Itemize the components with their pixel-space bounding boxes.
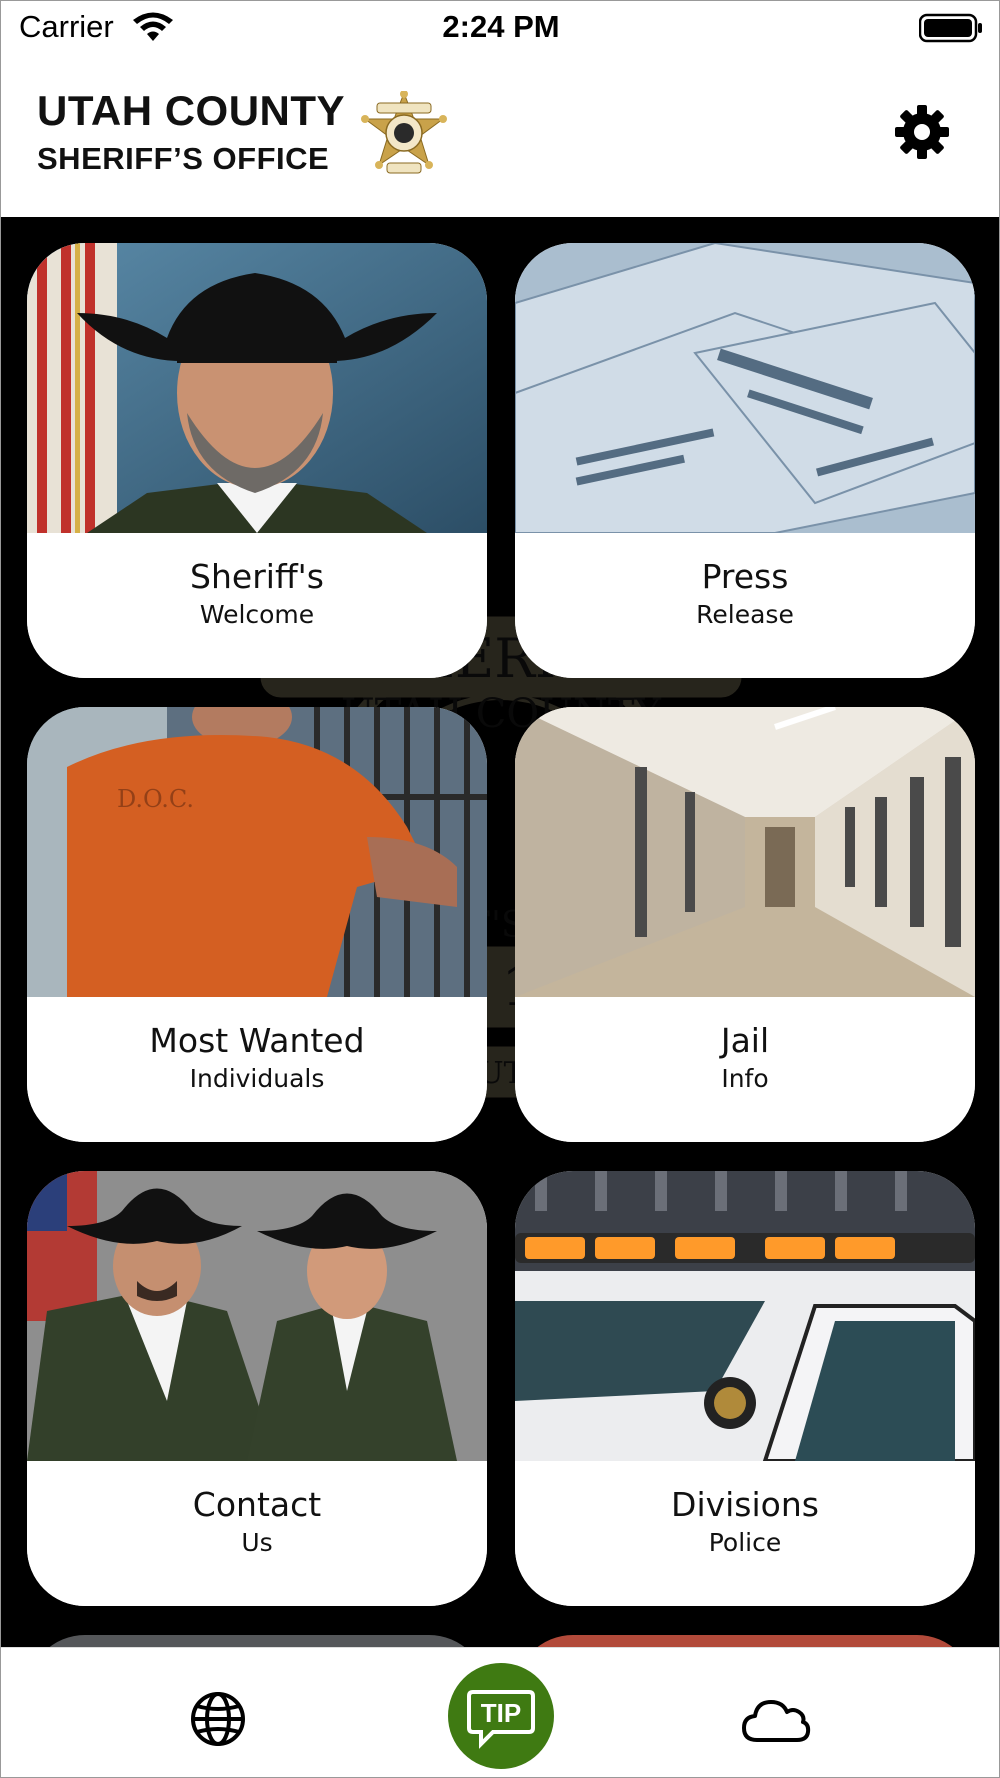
tile-subtitle: Individuals [189, 1064, 325, 1093]
tile-subtitle: Welcome [199, 600, 315, 629]
settings-button[interactable] [893, 103, 951, 161]
bottom-tab-bar: TIP [1, 1647, 999, 1777]
tile-subtitle: Police [708, 1528, 782, 1557]
status-time: 2:24 PM [442, 9, 560, 44]
tile-title: Jail [720, 1021, 770, 1060]
globe-icon[interactable] [189, 1690, 247, 1748]
tile-press-release[interactable]: Press Release [515, 243, 975, 678]
tile-divisions-police[interactable]: Divisions Police [515, 1171, 975, 1606]
svg-text:D.O.C.: D.O.C. [117, 785, 194, 813]
menu-grid: SHERIFF UTAH COUNTY SHERIFF'S OFFICE EST… [1, 217, 999, 1647]
sheriff-portrait-image [27, 243, 487, 533]
tile-most-wanted[interactable]: D.O.C. Most Wanted Individuals [27, 707, 487, 1142]
tile-partial-left[interactable] [27, 1635, 487, 1647]
tip-label: TIP [481, 1698, 521, 1728]
org-title: UTAH COUNTY [37, 87, 346, 134]
tile-label: Divisions Police [515, 1461, 975, 1606]
tile-title: Sheriff's [190, 557, 324, 596]
org-subtitle: SHERIFF’S OFFICE [37, 141, 330, 176]
tile-contact-us[interactable]: Contact Us [27, 1171, 487, 1606]
app-screen: Carrier 2:24 PM UTAH COUNTY SHERIFF’S OF… [0, 0, 1000, 1778]
officers-image [27, 1171, 487, 1461]
tile-label: Jail Info [515, 997, 975, 1142]
police-car-image [515, 1171, 975, 1461]
newspapers-image [515, 243, 975, 533]
tile-subtitle: Release [696, 600, 794, 629]
app-header: UTAH COUNTY SHERIFF’S OFFICE [1, 57, 999, 217]
tile-title: Most Wanted [149, 1021, 365, 1060]
tile-subtitle: Us [241, 1528, 273, 1557]
cloud-icon[interactable] [741, 1694, 811, 1746]
tile-label: Press Release [515, 533, 975, 678]
tile-subtitle: Info [721, 1064, 769, 1093]
tile-title: Contact [192, 1485, 322, 1524]
jail-corridor-image [515, 707, 975, 997]
tile-partial-right[interactable] [515, 1635, 975, 1647]
status-bar: Carrier 2:24 PM [1, 1, 999, 57]
tile-label: Contact Us [27, 1461, 487, 1606]
battery-icon [919, 13, 982, 43]
sheriff-badge-icon [361, 91, 447, 174]
tile-title: Divisions [671, 1485, 819, 1524]
tip-chat-icon: TIP [448, 1663, 554, 1769]
tile-label: Most Wanted Individuals [27, 997, 487, 1142]
tile-jail-info[interactable]: Jail Info [515, 707, 975, 1142]
tile-sheriffs-welcome[interactable]: Sheriff's Welcome [27, 243, 487, 678]
tile-title: Press [701, 557, 789, 596]
tip-button[interactable]: TIP [447, 1662, 555, 1770]
inmate-image: D.O.C. [27, 707, 487, 997]
tile-label: Sheriff's Welcome [27, 533, 487, 678]
